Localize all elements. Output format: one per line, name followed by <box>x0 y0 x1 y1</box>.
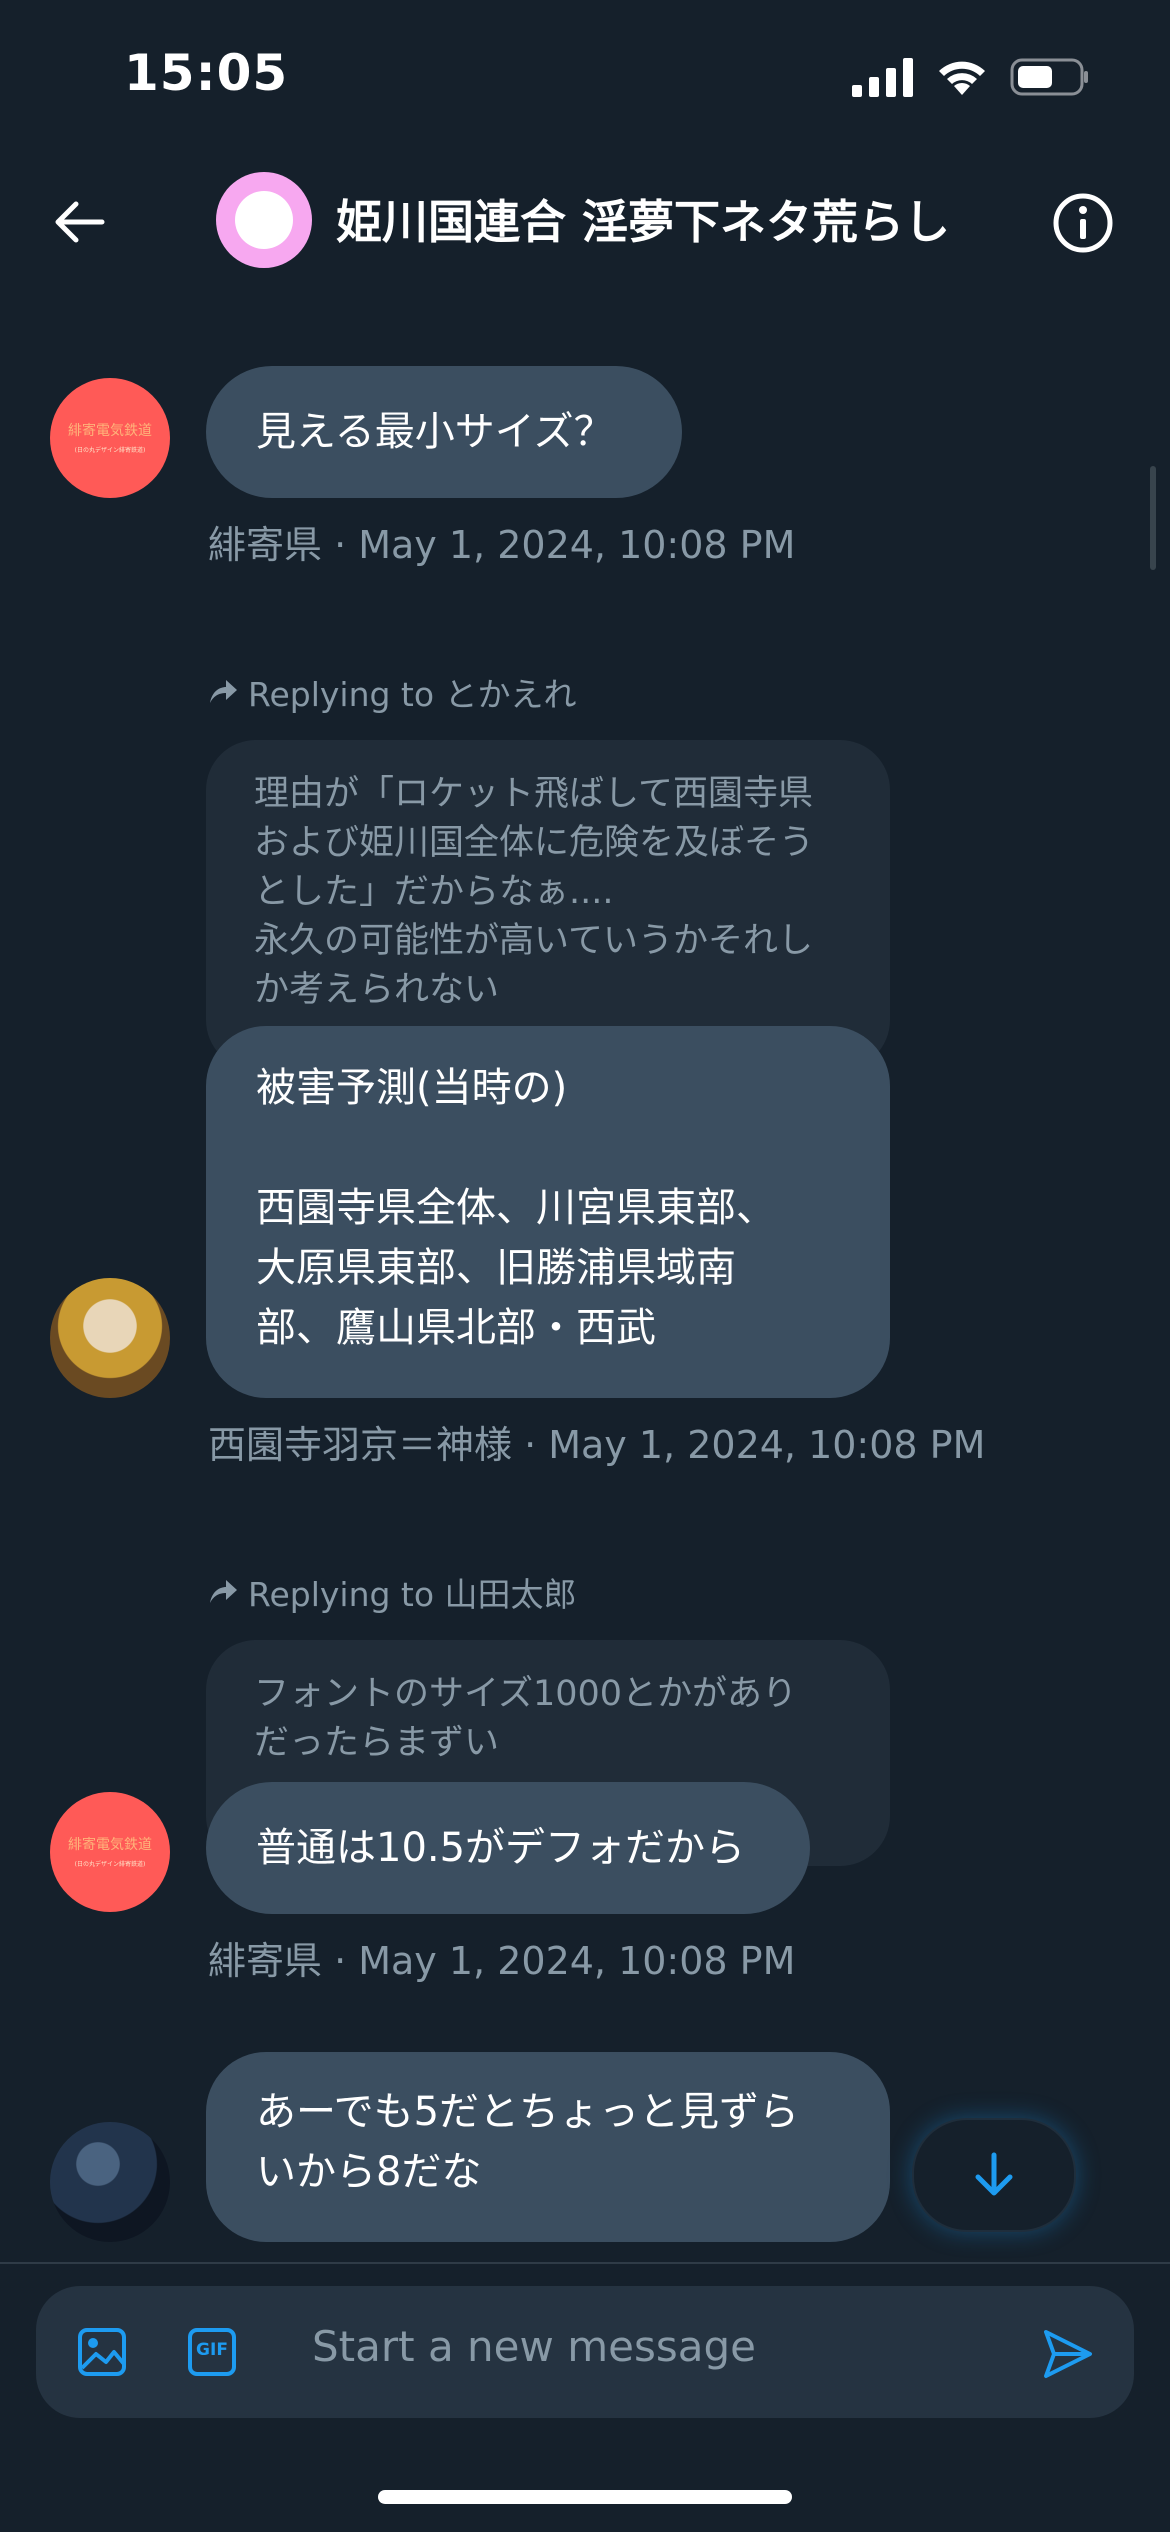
scroll-to-bottom-button[interactable] <box>912 2118 1076 2232</box>
info-icon <box>1053 193 1113 253</box>
avatar-text: 緋寄電気鉄道 <box>68 422 152 439</box>
reply-indicator: Replying to 山田太郎 <box>208 1568 577 1616</box>
image-icon <box>78 2328 126 2376</box>
reply-to-text: Replying to とかえれ <box>248 675 577 714</box>
avatar-text: 緋寄電気鉄道 <box>68 1836 152 1853</box>
scrollbar[interactable] <box>1150 466 1156 570</box>
status-time: 15:05 <box>124 44 289 102</box>
status-icons <box>852 52 1090 102</box>
add-gif-button[interactable]: GIF <box>186 2326 238 2378</box>
group-avatar[interactable] <box>216 172 312 268</box>
signal-icon <box>852 58 913 97</box>
sender-avatar[interactable]: 緋寄電気鉄道 (日の丸デザイン緋寄鉄道) <box>50 1792 170 1912</box>
message-bubble[interactable]: 見える最小サイズ？ <box>206 366 682 498</box>
back-arrow-icon <box>55 201 105 243</box>
message-meta: 西園寺羽京＝神様 · May 1, 2024, 10:08 PM <box>208 1423 986 1467</box>
add-image-button[interactable] <box>76 2326 128 2378</box>
quoted-message[interactable]: 理由が「ロケット飛ばして西園寺県 および姫川国全体に危険を及ぼそう とした」だか… <box>206 740 890 1070</box>
message-bubble[interactable]: あーでも5だとちょっと見ずら いから8だな <box>206 2052 890 2242</box>
message-input[interactable]: Start a new message <box>312 2322 756 2371</box>
battery-icon <box>1010 58 1088 96</box>
message-bubble[interactable]: 被害予測(当時の) 西園寺県全体、川宮県東部、 大原県東部、旧勝浦県域南 部、鷹… <box>206 1026 890 1398</box>
send-icon <box>1044 2330 1092 2378</box>
gif-label: GIF <box>196 2340 228 2360</box>
message-bubble[interactable]: 普通は10.5がデフォだから <box>206 1782 810 1914</box>
composer-divider <box>0 2262 1170 2264</box>
avatar-subtext: (日の丸デザイン緋寄鉄道) <box>74 1860 146 1868</box>
reply-to-text: Replying to 山田太郎 <box>248 1575 577 1614</box>
sender-avatar[interactable] <box>50 2122 170 2242</box>
info-button[interactable] <box>1050 190 1116 256</box>
message-text: 見える最小サイズ？ <box>256 409 614 455</box>
wifi-icon <box>939 61 985 95</box>
reply-indicator: Replying to とかえれ <box>208 668 577 716</box>
sender-avatar[interactable]: 緋寄電気鉄道 (日の丸デザイン緋寄鉄道) <box>50 378 170 498</box>
message-text: 普通は10.5がデフォだから <box>256 1825 746 1871</box>
send-button[interactable] <box>1040 2326 1096 2382</box>
avatar-subtext: (日の丸デザイン緋寄鉄道) <box>74 446 146 454</box>
back-button[interactable] <box>40 172 120 272</box>
home-indicator[interactable] <box>378 2490 792 2504</box>
message-meta: 緋寄県 · May 1, 2024, 10:08 PM <box>208 1939 796 1983</box>
sender-avatar[interactable] <box>50 1278 170 1398</box>
reply-arrow-icon <box>210 680 237 703</box>
reply-arrow-icon <box>210 1580 237 1603</box>
conversation-title[interactable]: 姫川国連合 淫夢下ネタ荒らし <box>336 186 950 252</box>
arrow-down-icon <box>975 2152 1013 2196</box>
message-meta: 緋寄県 · May 1, 2024, 10:08 PM <box>208 523 796 567</box>
